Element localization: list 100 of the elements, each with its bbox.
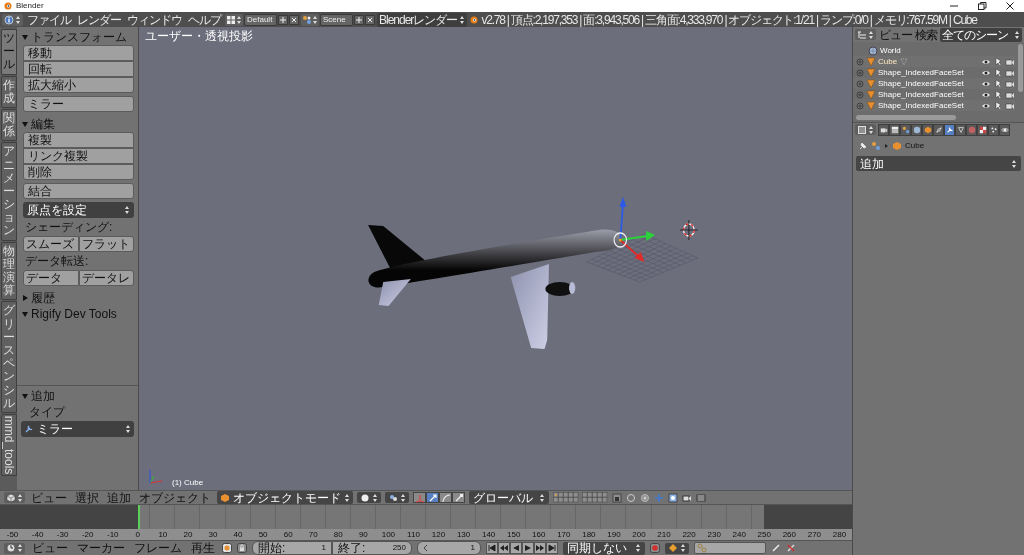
editor-type-button[interactable] — [4, 492, 25, 503]
key-delete-icon[interactable] — [786, 543, 796, 553]
close-icon[interactable] — [1005, 1, 1015, 11]
menu-item[interactable]: 再生 — [189, 542, 217, 554]
shelf-tab[interactable]: ツール — [1, 29, 17, 75]
properties-tab[interactable] — [911, 123, 922, 136]
editor-type-button[interactable] — [855, 124, 876, 135]
camera-icon[interactable] — [1005, 67, 1015, 78]
menu-item[interactable]: フレーム — [132, 542, 184, 554]
remove-icon[interactable] — [289, 14, 299, 25]
keying-dropdown[interactable] — [665, 542, 689, 554]
properties-tab[interactable] — [999, 123, 1010, 136]
render-preview-icon[interactable] — [668, 492, 678, 503]
scrollbar[interactable] — [1018, 44, 1023, 92]
orientation-dropdown[interactable]: グローバル — [469, 491, 549, 504]
playback-button[interactable] — [498, 542, 510, 554]
pivot-dropdown[interactable] — [385, 492, 409, 503]
manipulator-button[interactable] — [439, 492, 452, 503]
shelf-tab[interactable]: グリースペンシル — [1, 301, 17, 413]
tool-button[interactable]: 削除 — [23, 164, 134, 180]
cursor-icon[interactable] — [993, 100, 1003, 111]
panel-title[interactable]: 追加 — [31, 389, 55, 402]
scrollbar[interactable] — [856, 115, 956, 120]
tool-button[interactable]: 結合 — [23, 183, 134, 199]
panel-title[interactable]: 編集 — [31, 118, 55, 130]
playback-button[interactable] — [510, 542, 522, 554]
outliner-item[interactable]: Cube — [878, 57, 898, 66]
menu-item[interactable]: ビュー — [879, 28, 912, 41]
cursor-icon[interactable] — [993, 56, 1003, 67]
shelf-tab[interactable]: mmd_tools — [1, 413, 17, 476]
scene-filter-dropdown[interactable]: 全てのシーン — [940, 27, 1022, 42]
tool-button[interactable]: ミラー — [23, 96, 134, 112]
menu-item[interactable]: マーカー — [75, 542, 127, 554]
keying-set-field[interactable] — [694, 542, 766, 554]
sync-dropdown[interactable]: 同期しない — [563, 541, 645, 555]
tool-button[interactable]: データ — [23, 270, 79, 286]
current-frame-field[interactable]: 1 — [417, 541, 481, 555]
camera-icon[interactable] — [1005, 56, 1015, 67]
shelf-tab[interactable]: アニメーション — [1, 142, 17, 241]
properties-tab[interactable] — [977, 123, 988, 136]
tool-button[interactable]: 複製 — [23, 132, 134, 148]
playback-button[interactable] — [546, 542, 558, 554]
ring-icon[interactable] — [640, 492, 650, 503]
tool-button[interactable]: リンク複製 — [23, 148, 134, 164]
tool-button[interactable]: データレ — [78, 270, 134, 286]
tool-button[interactable]: スムーズ — [23, 236, 79, 252]
mode-dropdown[interactable]: オブジェクトモード — [217, 491, 353, 504]
editor-type-button[interactable] — [855, 29, 876, 40]
disclosure-triangle-icon[interactable] — [21, 310, 29, 318]
tool-button[interactable]: 拡大縮小 — [23, 77, 134, 93]
menu-item[interactable]: オブジェクト — [137, 491, 213, 504]
manipulator-button[interactable] — [452, 492, 465, 503]
shading-dropdown[interactable] — [357, 492, 381, 503]
properties-tab[interactable] — [900, 123, 911, 136]
layout-button[interactable] — [225, 13, 243, 26]
menu-item[interactable]: 検索 — [915, 28, 937, 41]
outliner-item[interactable]: Shape_IndexedFaceSet — [878, 90, 964, 99]
circle-icon[interactable] — [626, 492, 636, 503]
properties-tab[interactable] — [922, 123, 933, 136]
properties-tab[interactable] — [878, 123, 889, 136]
screen-layout-field[interactable]: Default — [244, 13, 277, 26]
disclosure-triangle-icon[interactable] — [21, 294, 29, 302]
shelf-tab[interactable]: 関係 — [1, 108, 17, 142]
render-engine-dropdown[interactable]: Blenderレンダー — [377, 12, 468, 27]
menu-item[interactable]: ビュー — [29, 491, 69, 504]
tool-button[interactable]: 移動 — [23, 45, 134, 61]
disclosure-triangle-icon[interactable] — [21, 33, 29, 41]
type-dropdown[interactable]: ミラー — [21, 421, 134, 437]
outliner-item[interactable]: World — [880, 46, 901, 55]
add-modifier-dropdown[interactable]: 追加 — [856, 156, 1021, 171]
add-icon[interactable] — [354, 14, 364, 25]
cursor-icon[interactable] — [993, 78, 1003, 89]
camera-icon[interactable] — [682, 492, 692, 503]
disclosure-triangle-icon[interactable] — [21, 391, 29, 400]
tool-button[interactable]: フラット — [78, 236, 134, 252]
lock-icon[interactable] — [237, 543, 247, 553]
pin-icon[interactable] — [858, 141, 868, 151]
editor-type-button[interactable] — [2, 13, 23, 26]
menu-item[interactable]: ウィンドウ — [125, 13, 184, 26]
maximize-icon[interactable] — [977, 1, 987, 11]
panel-title[interactable]: 履歴 — [31, 292, 55, 304]
cursor-icon[interactable] — [993, 89, 1003, 100]
preview-range-icon[interactable] — [222, 543, 232, 553]
playback-button[interactable] — [486, 542, 498, 554]
camera-icon[interactable] — [1005, 78, 1015, 89]
start-frame-field[interactable]: 開始: 1 — [252, 541, 332, 555]
remove-icon[interactable] — [365, 14, 375, 25]
menu-item[interactable]: ビュー — [30, 542, 70, 554]
properties-tab[interactable] — [988, 123, 999, 136]
menu-item[interactable]: 選択 — [73, 491, 101, 504]
playback-button[interactable] — [534, 542, 546, 554]
add-icon[interactable] — [278, 14, 288, 25]
airplane-with-gizmo-drawing[interactable] — [368, 197, 699, 349]
record-icon[interactable] — [650, 543, 660, 553]
end-frame-field[interactable]: 終了: 250 — [332, 541, 412, 555]
properties-tab[interactable] — [955, 123, 966, 136]
panel-title[interactable]: トランスフォーム — [31, 31, 127, 43]
tool-dropdown[interactable]: 原点を設定 — [23, 202, 134, 218]
shelf-tab[interactable]: 物理演算 — [1, 241, 17, 301]
3d-viewport[interactable]: ユーザー・透視投影 (1) Cube — [139, 27, 852, 490]
